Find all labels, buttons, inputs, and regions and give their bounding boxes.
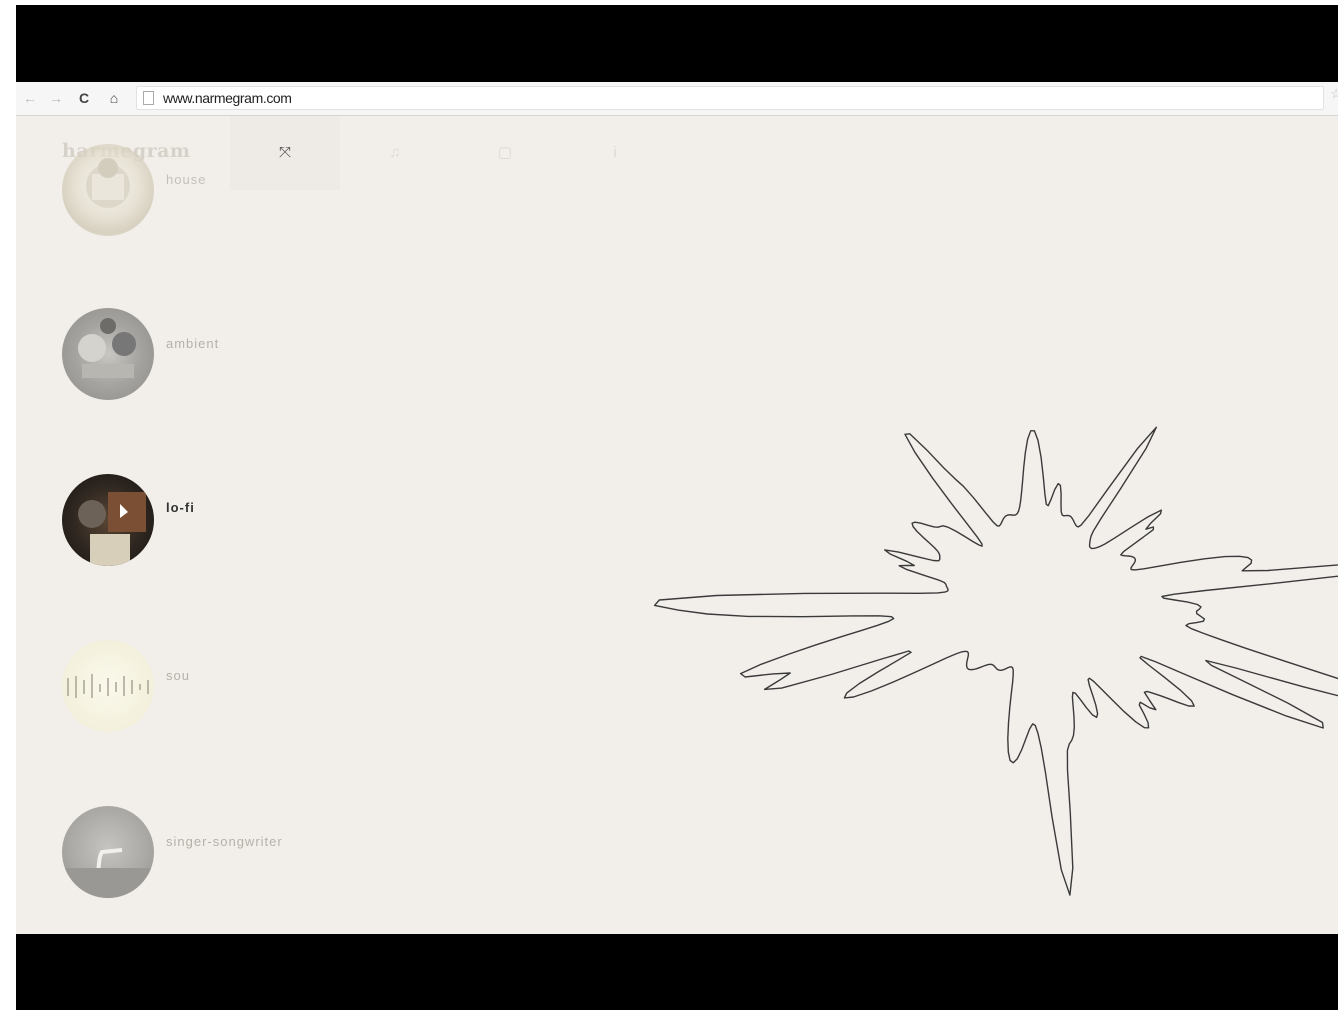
- browser-window: ← → C ⌂ www.narmegram.com ☆ harmegram ⤧ …: [16, 82, 1338, 934]
- radial-waveform: [653, 426, 1338, 896]
- star-icon[interactable]: ☆: [1330, 86, 1338, 102]
- reload-icon[interactable]: C: [74, 88, 94, 108]
- browser-toolbar: ← → C ⌂ www.narmegram.com ☆: [16, 82, 1338, 116]
- home-icon[interactable]: ⌂: [104, 88, 124, 108]
- video-letterbox-top: [16, 5, 1338, 82]
- forward-icon[interactable]: →: [46, 88, 66, 108]
- audio-visualizer: [653, 426, 1338, 896]
- url-text: www.narmegram.com: [163, 90, 292, 106]
- page-icon: [143, 91, 154, 105]
- video-letterbox-bottom: [16, 934, 1338, 1010]
- page-content: harmegram ⤧ ♫ ▢ i house amb: [16, 116, 1338, 934]
- back-icon[interactable]: ←: [20, 88, 40, 108]
- address-bar[interactable]: www.narmegram.com: [136, 86, 1324, 110]
